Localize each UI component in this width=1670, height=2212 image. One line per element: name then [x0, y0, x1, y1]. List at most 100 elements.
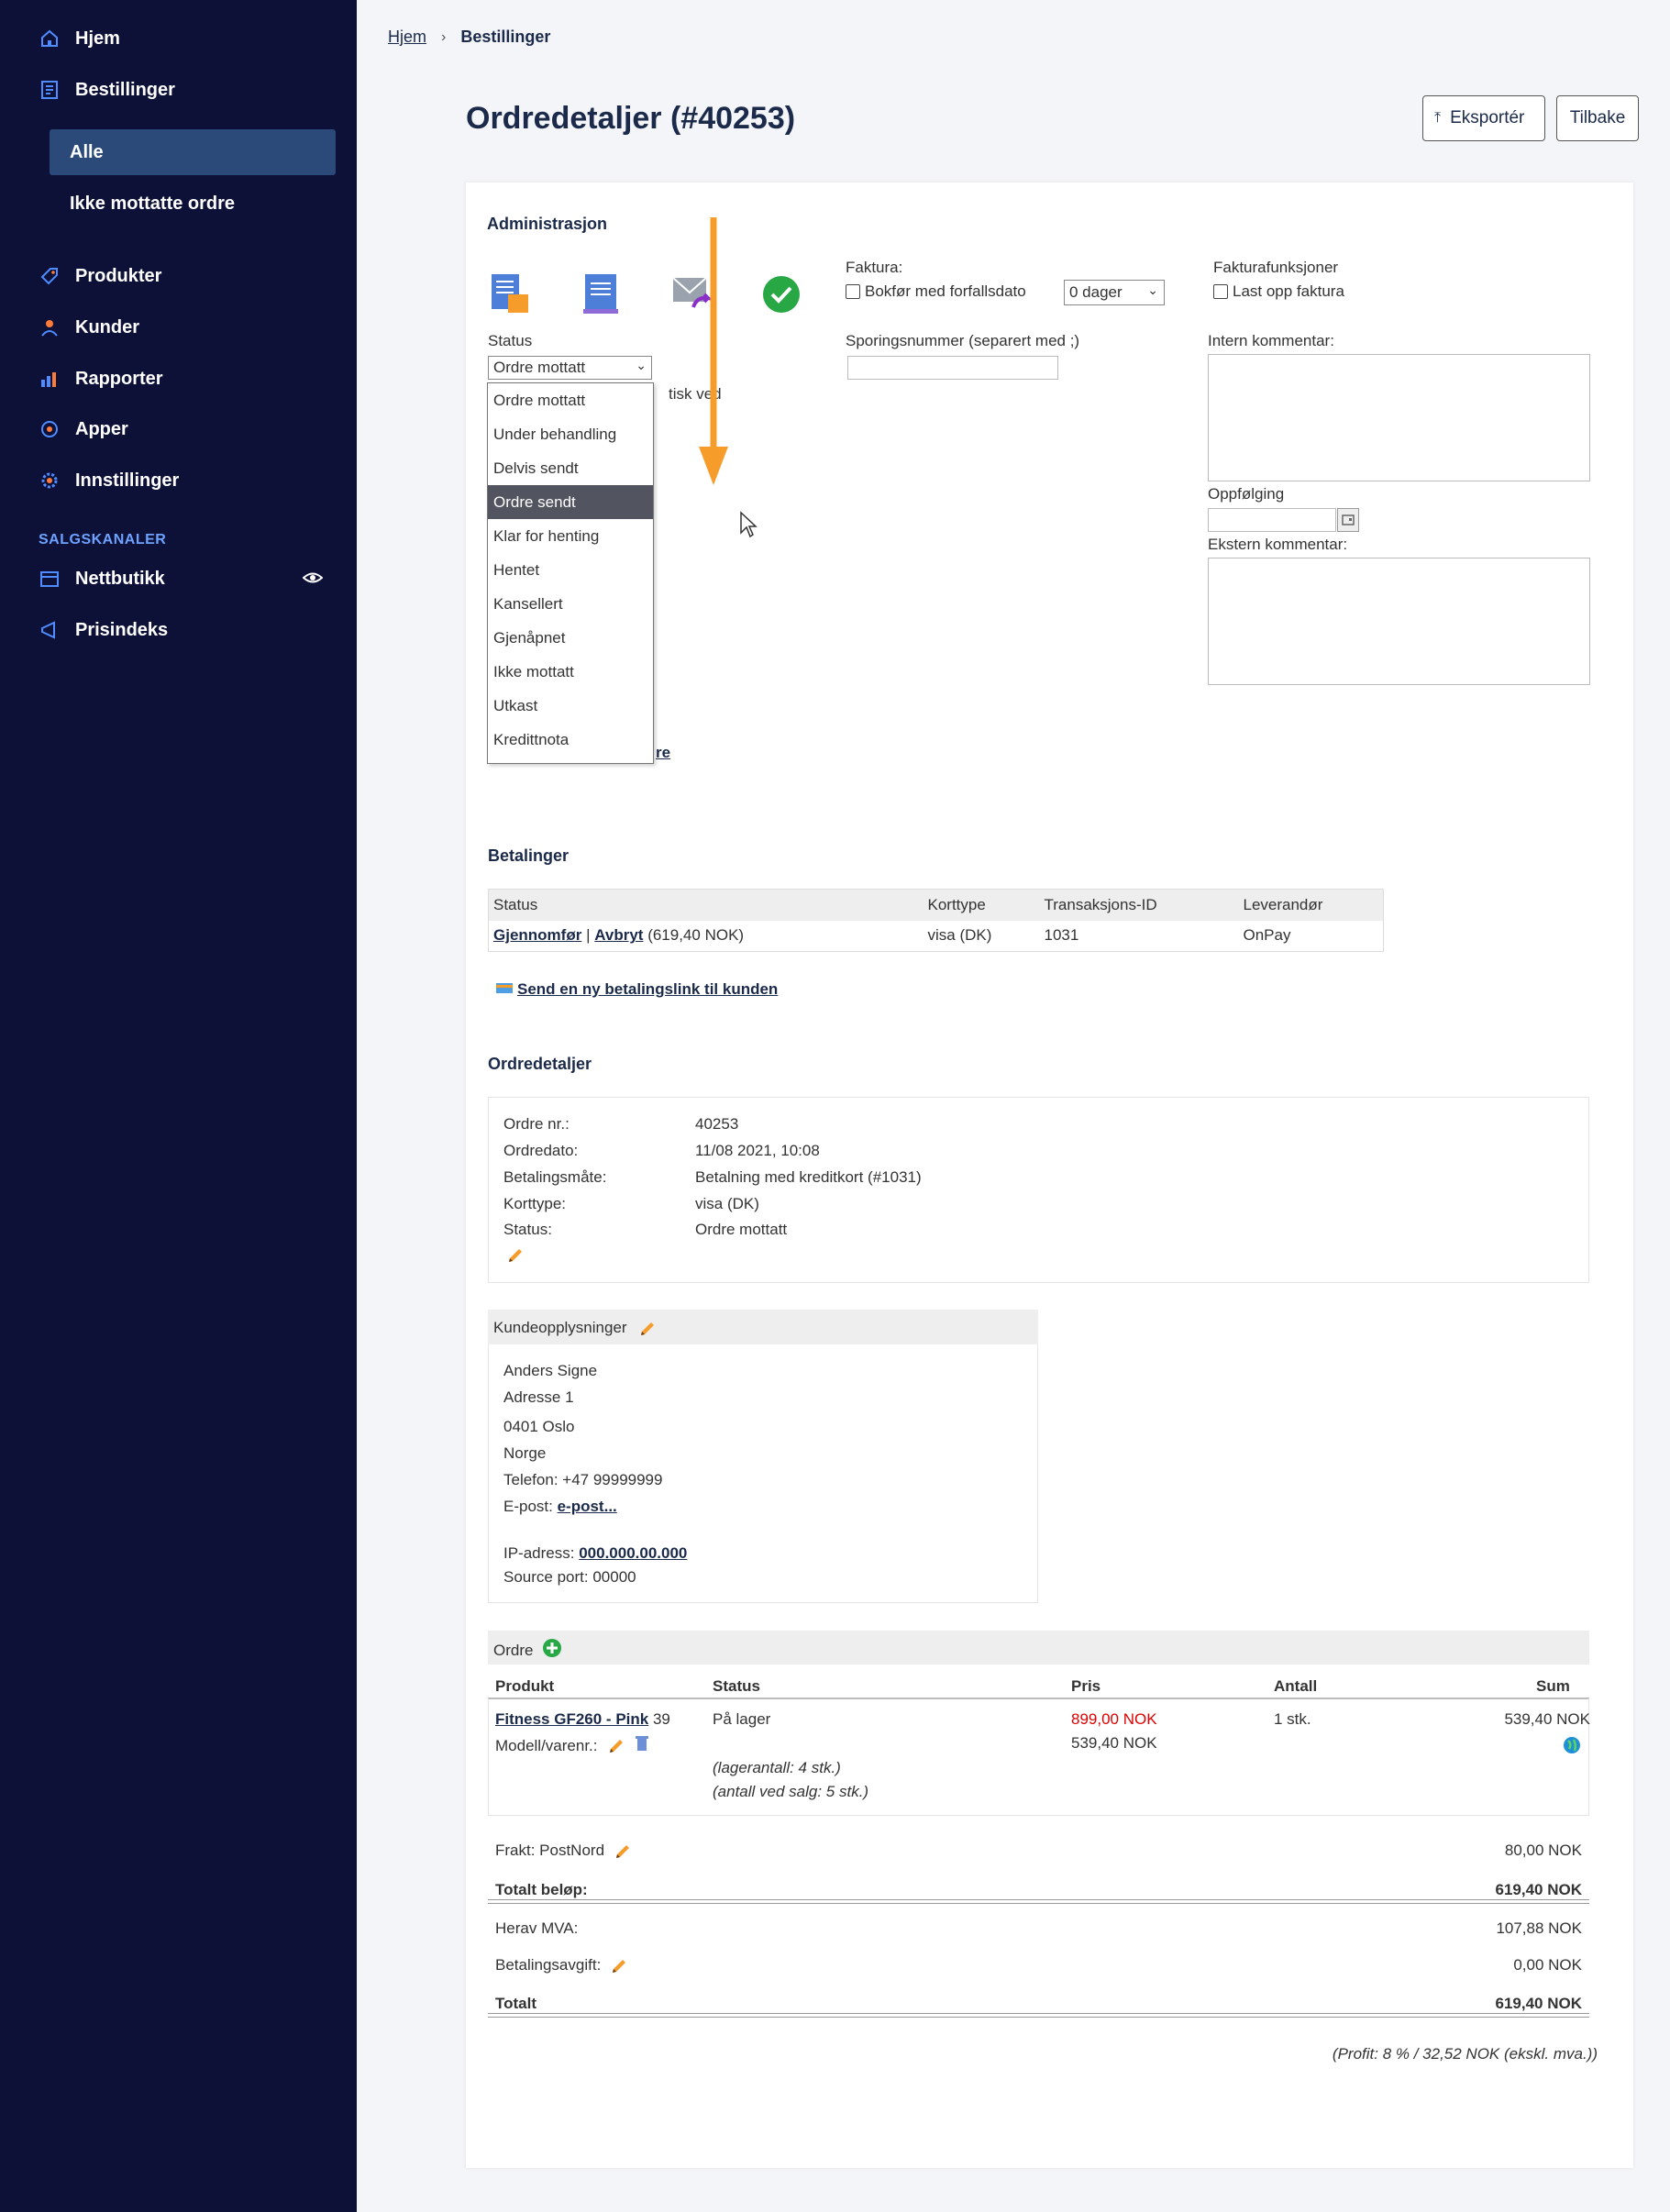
nav-settings[interactable]: Innstillinger — [39, 470, 179, 492]
order-status-value: Ordre mottatt — [695, 1221, 788, 1238]
nav-sub-all[interactable]: Alle — [50, 129, 336, 175]
edit-product-pencil-icon[interactable] — [607, 1736, 625, 1755]
order-details-heading: Ordredetaljer — [488, 1055, 592, 1073]
edit-shipping-pencil-icon[interactable] — [614, 1841, 632, 1861]
add-product-plus-icon[interactable] — [542, 1638, 562, 1663]
breadcrumb-home[interactable]: Hjem — [388, 28, 426, 47]
main-content: Hjem › Bestillinger Ordredetaljer (#4025… — [357, 0, 1670, 2212]
upload-invoice-row[interactable]: Last opp faktura — [1213, 282, 1344, 301]
partial-link[interactable]: re — [656, 744, 670, 762]
product-link[interactable]: Fitness GF260 - Pink — [495, 1710, 648, 1728]
back-button[interactable]: Tilbake — [1556, 95, 1639, 141]
customer-ip-row: IP-adress: 000.000.00.000 — [503, 1544, 688, 1562]
check-complete-icon[interactable] — [761, 274, 805, 318]
col-qty: Antall — [1274, 1677, 1318, 1695]
total-divider — [488, 1899, 1589, 1904]
col-sum: Sum — [1536, 1677, 1570, 1695]
nav-orders[interactable]: Bestillinger — [39, 79, 175, 101]
product-stock-count: (lagerantall: 4 stk.) — [713, 1759, 841, 1776]
gear-icon — [39, 470, 61, 492]
order-card: Administrasjon Status Ordre mottatt ⌄ ti… — [466, 182, 1633, 2168]
order-date: 11/08 2021, 10:08 — [695, 1142, 820, 1159]
internal-comment-textarea[interactable] — [1208, 354, 1590, 481]
cancel-payment-link[interactable]: Avbryt — [594, 926, 643, 944]
nav-sub-not-received[interactable]: Ikke mottatte ordre — [50, 181, 336, 227]
option-ready-pickup[interactable]: Klar for henting — [488, 519, 653, 553]
option-order-sent[interactable]: Ordre sendt — [488, 485, 653, 519]
mouse-cursor-icon — [739, 511, 758, 543]
export-button[interactable]: ⤒ Eksportér — [1422, 95, 1545, 141]
customer-ip-link[interactable]: 000.000.00.000 — [579, 1544, 687, 1562]
product-name-row: Fitness GF260 - Pink 39 — [495, 1710, 670, 1728]
nav-customers[interactable]: Kunder — [39, 316, 139, 338]
send-payment-link[interactable]: Send en ny betalingslink til kunden — [517, 980, 778, 999]
nav-price-index[interactable]: Prisindeks — [39, 619, 168, 641]
tracking-input[interactable] — [847, 356, 1058, 380]
payments-table: Status Korttype Transaksjons-ID Leverand… — [488, 889, 1384, 952]
order-heading-row: Ordre — [493, 1638, 562, 1663]
option-order-received[interactable]: Ordre mottatt — [488, 383, 653, 417]
profit-note: (Profit: 8 % / 32,52 NOK (ekskl. mva.)) — [1332, 2045, 1598, 2063]
option-picked-up[interactable]: Hentet — [488, 553, 653, 587]
product-price: 539,40 NOK — [1071, 1734, 1157, 1752]
customer-phone: Telefon: +47 99999999 — [503, 1471, 663, 1488]
option-partially-sent[interactable]: Delvis sendt — [488, 451, 653, 485]
send-payment-link-row[interactable]: Send en ny betalingslink til kunden — [495, 980, 778, 999]
followup-label: Oppfølging — [1208, 485, 1285, 503]
option-credit-note[interactable]: Kredittnota — [488, 723, 653, 757]
external-comment-textarea[interactable] — [1208, 558, 1590, 685]
order-details-box — [488, 1097, 1589, 1283]
product-stock-at-sale: (antall ved salg: 5 stk.) — [713, 1783, 869, 1800]
trash-icon[interactable] — [635, 1734, 649, 1757]
payment-method: Betalning med kreditkort (#1031) — [695, 1168, 922, 1186]
nav-reports[interactable]: Rapporter — [39, 368, 163, 390]
nav-products[interactable]: Produkter — [39, 265, 161, 287]
order-number: 40253 — [695, 1115, 739, 1133]
annotation-arrow-icon — [697, 217, 730, 492]
bokfor-checkbox-row[interactable]: Bokfør med forfallsdato — [846, 282, 1026, 301]
chevron-down-icon: ⌄ — [1147, 282, 1158, 297]
external-comment-label: Ekstern kommentar: — [1208, 536, 1348, 553]
edit-fee-pencil-icon[interactable] — [610, 1956, 628, 1975]
complete-payment-link[interactable]: Gjennomfør — [493, 926, 581, 944]
nav-apps[interactable]: Apper — [39, 418, 128, 440]
bokfor-checkbox[interactable] — [846, 284, 860, 299]
due-days-select[interactable]: 0 dager ⌄ — [1064, 280, 1165, 305]
customer-country: Norge — [503, 1444, 547, 1462]
calendar-icon[interactable] — [1337, 508, 1359, 532]
edit-customer-pencil-icon[interactable] — [638, 1319, 657, 1338]
admin-heading: Administrasjon — [487, 215, 608, 233]
product-stock-status: På lager — [713, 1710, 771, 1728]
faktura-label: Faktura: — [846, 259, 903, 276]
option-cancelled[interactable]: Kansellert — [488, 587, 653, 621]
nav-home[interactable]: Hjem — [39, 28, 120, 50]
invoice-pdf-icon[interactable] — [488, 272, 532, 316]
store-icon — [39, 568, 61, 590]
option-not-received[interactable]: Ikke mottatt — [488, 655, 653, 689]
chevron-right-icon: › — [441, 28, 447, 45]
upload-invoice-checkbox[interactable] — [1213, 284, 1228, 299]
customer-source-port: Source port: 00000 — [503, 1568, 636, 1586]
nav-webshop[interactable]: Nettbutikk — [39, 568, 165, 590]
status-dropdown-list[interactable]: Ordre mottatt Under behandling Delvis se… — [487, 382, 654, 764]
status-select[interactable]: Ordre mottatt ⌄ — [488, 356, 652, 380]
grand-total-divider — [488, 2013, 1589, 2018]
customer-email-row: E-post: e-post... — [503, 1498, 617, 1515]
payment-fee-row: Betalingsavgift: 0,00 NOK — [495, 1956, 1582, 1975]
option-processing[interactable]: Under behandling — [488, 417, 653, 451]
col-provider: Leverandør — [1238, 889, 1384, 921]
product-original-price: 899,00 NOK — [1071, 1710, 1157, 1728]
packing-list-icon[interactable] — [580, 272, 624, 316]
customer-city: 0401 Oslo — [503, 1418, 575, 1435]
edit-status-pencil-icon[interactable] — [506, 1246, 525, 1265]
globe-icon — [1563, 1736, 1581, 1759]
followup-date-input[interactable] — [1208, 508, 1336, 532]
payments-heading: Betalinger — [488, 846, 570, 865]
internal-comment-label: Intern kommentar: — [1208, 332, 1334, 349]
eye-icon[interactable] — [302, 570, 324, 591]
customer-email-link[interactable]: e-post... — [558, 1498, 617, 1515]
invoice-functions-label: Fakturafunksjoner — [1213, 259, 1339, 276]
option-draft[interactable]: Utkast — [488, 689, 653, 723]
apps-icon — [39, 418, 61, 440]
option-reopened[interactable]: Gjenåpnet — [488, 621, 653, 655]
